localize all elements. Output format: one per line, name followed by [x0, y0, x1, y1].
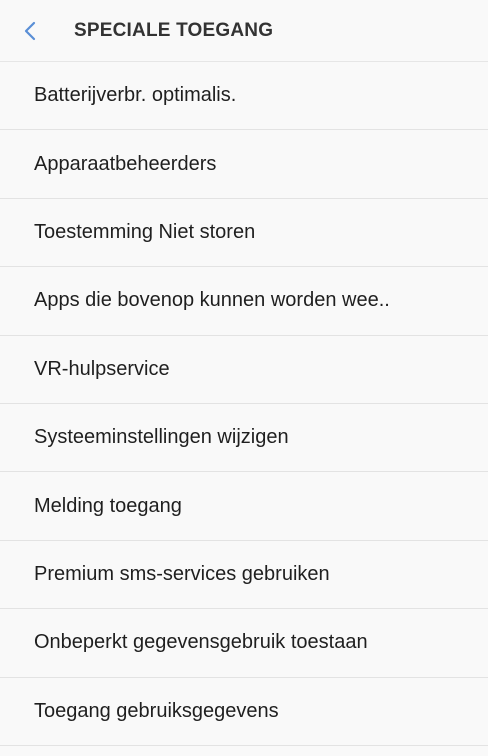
list-item-label: Onbeperkt gegevensgebruik toestaan [34, 631, 368, 654]
special-access-list: Batterijverbr. optimalis. Apparaatbeheer… [0, 62, 488, 746]
list-item-vr-helper[interactable]: VR-hulpservice [0, 336, 488, 404]
list-item-unrestricted-data[interactable]: Onbeperkt gegevensgebruik toestaan [0, 609, 488, 678]
list-item-device-admins[interactable]: Apparaatbeheerders [0, 130, 488, 199]
list-item-modify-system-settings[interactable]: Systeeminstellingen wijzigen [0, 404, 488, 473]
list-item-do-not-disturb[interactable]: Toestemming Niet storen [0, 199, 488, 268]
list-item-label: Toegang gebruiksgegevens [34, 699, 279, 722]
list-item-label: Systeeminstellingen wijzigen [34, 426, 289, 449]
list-item-label: Batterijverbr. optimalis. [34, 84, 237, 107]
back-button[interactable] [0, 0, 56, 62]
list-item-battery-optimization[interactable]: Batterijverbr. optimalis. [0, 62, 488, 131]
list-item-label: Apps die bovenop kunnen worden wee.. [34, 289, 390, 312]
list-item-label: Toestemming Niet storen [34, 220, 256, 243]
chevron-left-icon [24, 21, 36, 41]
list-item-label: VR-hulpservice [34, 357, 170, 380]
list-item-usage-access[interactable]: Toegang gebruiksgegevens [0, 678, 488, 746]
list-item-draw-over-apps[interactable]: Apps die bovenop kunnen worden wee.. [0, 267, 488, 336]
list-item-label: Apparaatbeheerders [34, 152, 217, 175]
list-item-notification-access[interactable]: Melding toegang [0, 472, 488, 541]
list-item-label: Melding toegang [34, 494, 182, 517]
list-item-label: Premium sms-services gebruiken [34, 562, 330, 585]
page-title: SPECIALE TOEGANG [74, 19, 274, 41]
list-item-premium-sms[interactable]: Premium sms-services gebruiken [0, 541, 488, 610]
app-header: SPECIALE TOEGANG [0, 0, 488, 62]
